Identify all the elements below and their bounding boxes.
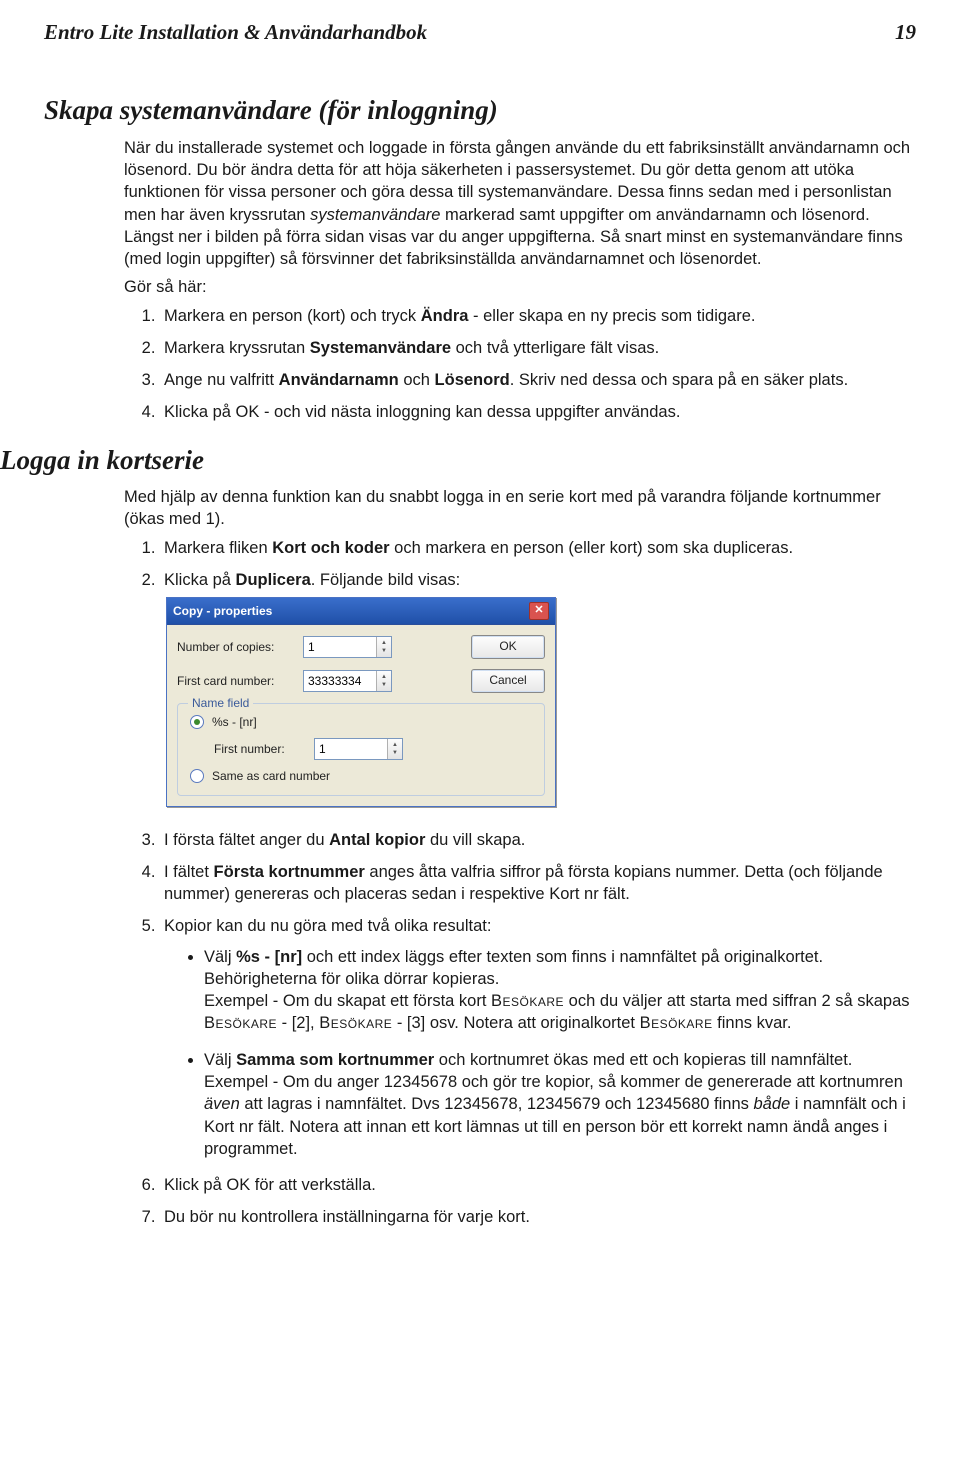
copies-spinner[interactable]: ▲▼ [303,636,392,658]
fieldset-legend: Name field [188,695,253,711]
list-item: Klicka på OK - och vid nästa inloggning … [160,401,916,423]
list-item: Markera fliken Kort och koder och marker… [160,537,916,559]
header-page-number: 19 [895,18,916,46]
header-title: Entro Lite Installation & Användarhandbo… [44,18,427,46]
cancel-button[interactable]: Cancel [471,669,545,693]
radio-unchecked-icon[interactable] [190,769,204,783]
paragraph: Gör så här: [124,276,916,298]
list-item: Välj Samma som kortnummer och kortnumret… [204,1049,916,1160]
radio-label: %s - [nr] [212,714,257,730]
radio-checked-icon[interactable] [190,715,204,729]
list-item: Markera kryssrutan Systemanvändare och t… [160,337,916,359]
list-item: I fältet Första kortnummer anges åtta va… [160,861,916,906]
first-card-spinner[interactable]: ▲▼ [303,670,392,692]
copies-input[interactable] [304,637,376,657]
radio-option-pattern[interactable]: %s - [nr] [190,714,532,730]
list-item: Välj %s - [nr] och ett index läggs efter… [204,946,916,1035]
page-header: Entro Lite Installation & Användarhandbo… [44,18,916,46]
paragraph: När du installerade systemet och loggade… [124,137,916,271]
first-number-input[interactable] [315,739,387,759]
close-icon[interactable]: ✕ [529,602,549,620]
radio-option-same[interactable]: Same as card number [190,768,532,784]
first-card-label: First card number: [177,673,303,689]
ordered-list: Markera fliken Kort och koder och marker… [124,537,916,1229]
dialog-titlebar: Copy - properties ✕ [167,598,555,625]
section-body-1: När du installerade systemet och loggade… [124,137,916,424]
copies-label: Number of copies: [177,639,303,655]
list-item: Kopior kan du nu göra med två olika resu… [160,915,916,1160]
first-number-label: First number: [214,741,314,757]
bullet-list: Välj %s - [nr] och ett index läggs efter… [164,946,916,1160]
paragraph: Med hjälp av denna funktion kan du snabb… [124,486,916,531]
copy-properties-dialog: Copy - properties ✕ Number of copies: ▲▼… [166,597,556,806]
ordered-list: Markera en person (kort) och tryck Ändra… [124,305,916,424]
document-page: Entro Lite Installation & Användarhandbo… [0,0,960,1279]
section-heading-system-users: Skapa systemanvändare (för inloggning) [44,92,916,128]
list-item: Ange nu valfritt Användarnamn och Löseno… [160,369,916,391]
list-item: Klick på OK för att verkställa. [160,1174,916,1196]
list-item: Markera en person (kort) och tryck Ändra… [160,305,916,327]
ok-button[interactable]: OK [471,635,545,659]
spinner-arrows-icon[interactable]: ▲▼ [387,739,402,759]
dialog-title-text: Copy - properties [173,603,272,619]
dialog-row-first-card: First card number: ▲▼ Cancel [177,669,545,693]
dialog-body: Number of copies: ▲▼ OK First card numbe… [167,625,555,805]
first-number-spinner[interactable]: ▲▼ [314,738,403,760]
section-heading-card-series: Logga in kortserie [0,442,916,478]
dialog-row-first-number: First number: ▲▼ [214,738,532,760]
section-body-2: Med hjälp av denna funktion kan du snabb… [124,486,916,1228]
list-item: Du bör nu kontrollera inställningarna fö… [160,1206,916,1228]
list-item: I första fältet anger du Antal kopior du… [160,829,916,851]
spinner-arrows-icon[interactable]: ▲▼ [376,671,391,691]
list-item: Klicka på Duplicera. Följande bild visas… [160,569,916,807]
spinner-arrows-icon[interactable]: ▲▼ [376,637,391,657]
dialog-row-copies: Number of copies: ▲▼ OK [177,635,545,659]
name-field-group: Name field %s - [nr] First number: ▲▼ [177,703,545,795]
radio-label: Same as card number [212,768,330,784]
first-card-input[interactable] [304,671,376,691]
